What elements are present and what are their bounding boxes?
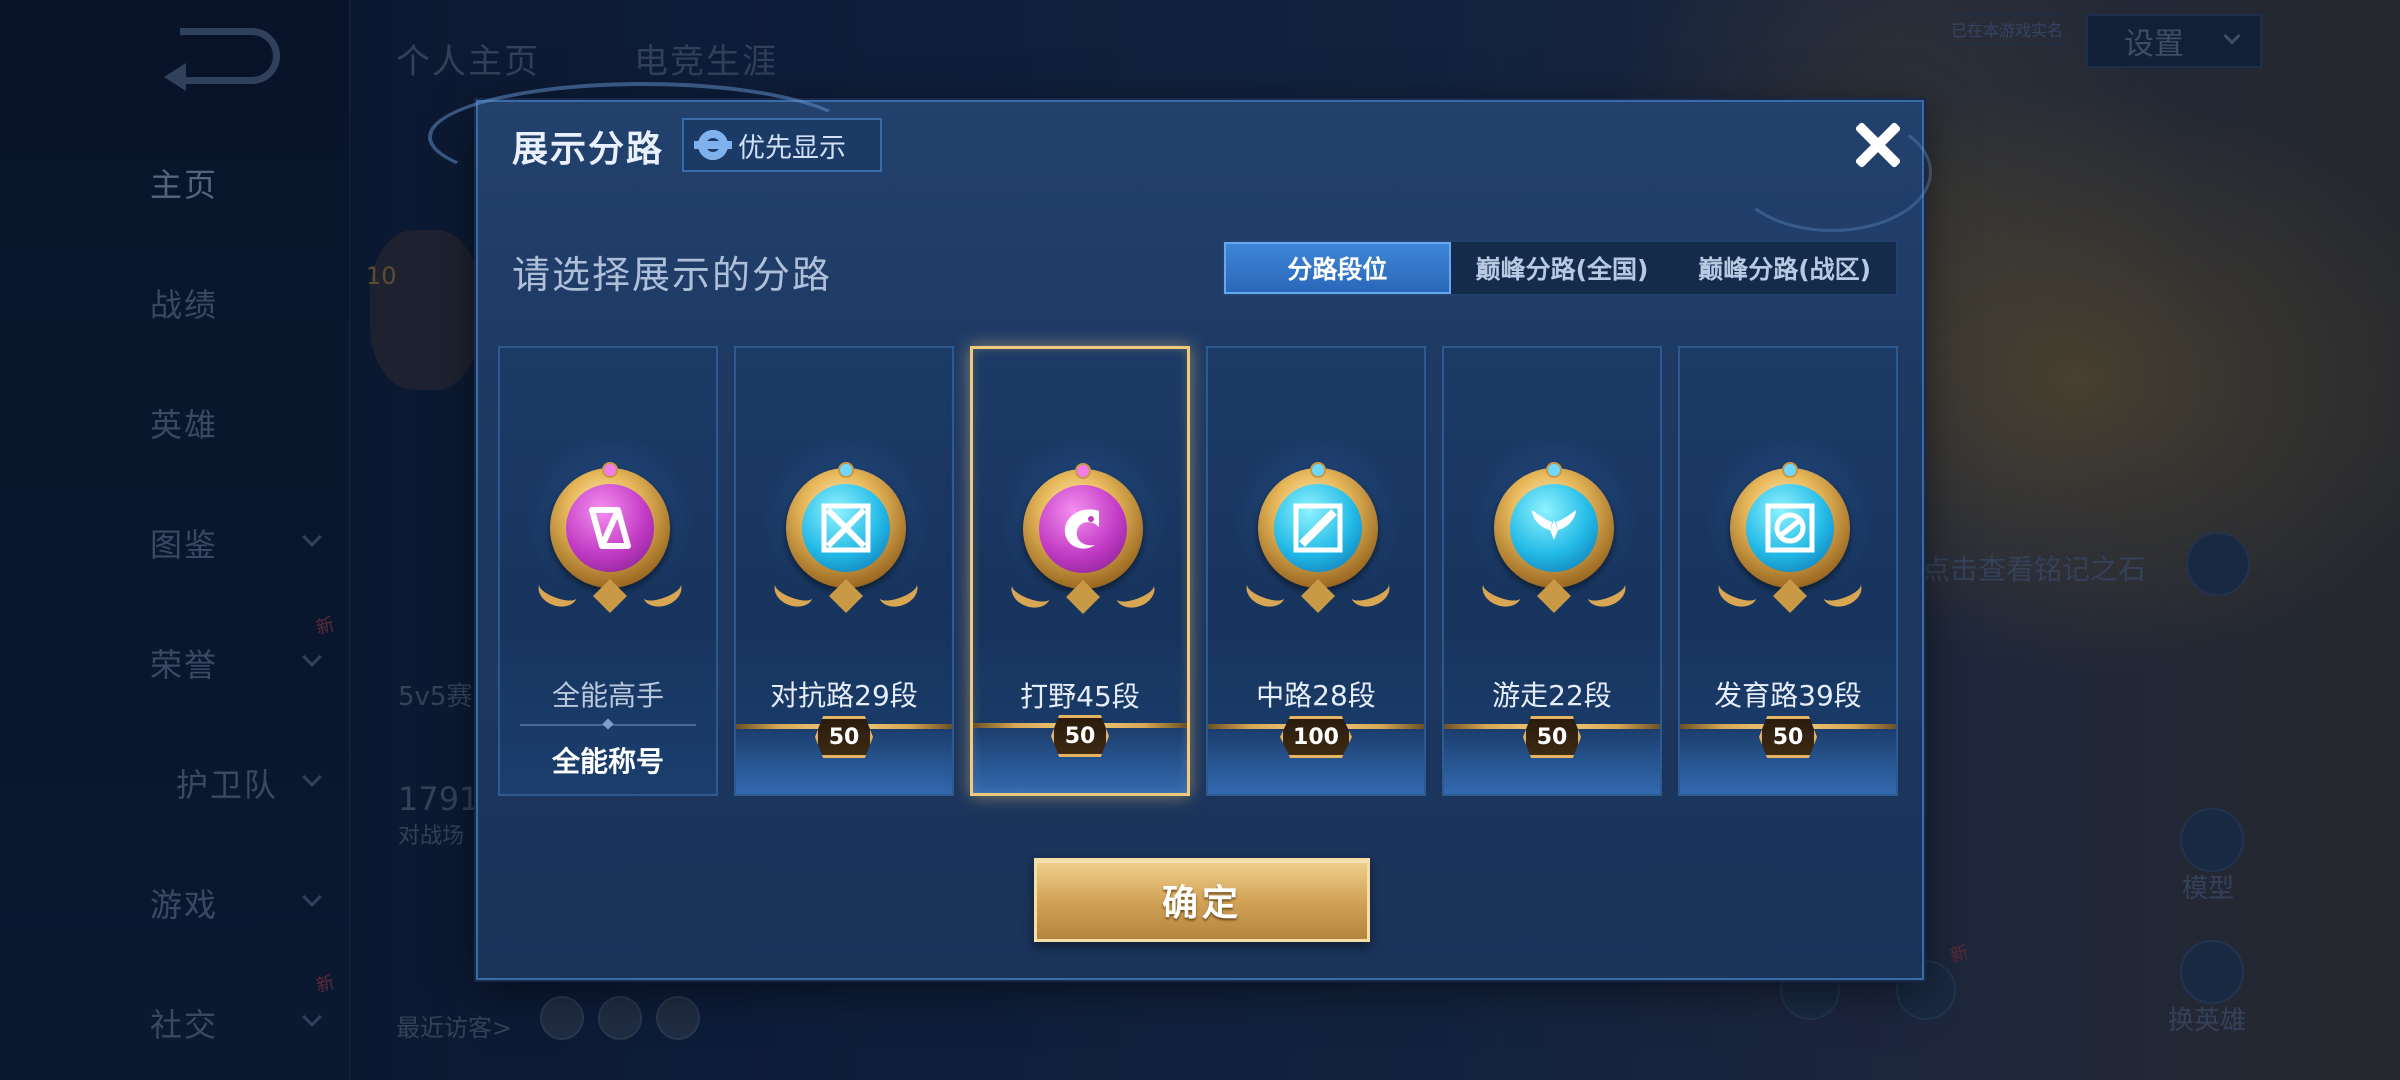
wing-ornament: [1818, 570, 1866, 612]
emblem-point: [593, 579, 627, 613]
close-icon[interactable]: [1846, 114, 1908, 176]
gear-icon: [694, 130, 732, 160]
allround-emblem: [534, 462, 686, 613]
tab-peak-lane-region[interactable]: 巅峰分路(战区): [1673, 242, 1896, 294]
allround-title-label: 全能称号: [551, 745, 664, 778]
gem-icon: [602, 462, 618, 478]
lane-card-jungle[interactable]: 打野45段 50: [970, 346, 1190, 796]
card-base: 50: [973, 715, 1187, 793]
emblem-point: [1066, 580, 1100, 614]
card-base: 100: [1208, 716, 1424, 794]
star-count-badge: 50: [1051, 715, 1109, 757]
clash-lane-icon: [802, 484, 890, 572]
tab-peak-lane-national[interactable]: 巅峰分路(全国): [1451, 242, 1674, 294]
divider: [520, 724, 696, 726]
farm-lane-emblem: [1714, 462, 1866, 613]
star-count-badge: 50: [1523, 716, 1581, 758]
lane-card-roam[interactable]: 游走22段 50: [1442, 346, 1662, 796]
star-count-badge: 100: [1280, 716, 1352, 758]
gem-icon: [1546, 462, 1562, 478]
emblem-point: [1537, 579, 1571, 613]
priority-display-button[interactable]: 优先显示: [682, 118, 882, 172]
wing-ornament: [1242, 570, 1290, 612]
wing-ornament: [770, 570, 818, 612]
lane-display-dialog: 展示分路 优先显示 请选择展示的分路 分路段位 巅峰分路(全国) 巅峰分路(战区…: [428, 82, 1932, 980]
lane-card-label: 游走22段: [1492, 679, 1612, 712]
gem-icon: [838, 462, 854, 478]
lane-card-label: 中路28段: [1256, 679, 1376, 712]
card-base: 50: [1680, 716, 1896, 794]
farm-lane-icon: [1746, 484, 1834, 572]
gem-icon: [1310, 462, 1326, 478]
lane-card-farm[interactable]: 发育路39段 50: [1678, 346, 1898, 796]
dialog-title: 展示分路: [512, 129, 665, 170]
star-count-badge: 50: [815, 716, 873, 758]
card-base: 50: [1444, 716, 1660, 794]
star-count-badge: 50: [1759, 716, 1817, 758]
wing-ornament: [638, 570, 686, 612]
lane-card-label: 全能高手: [551, 679, 664, 712]
jungle-dragon-icon: [1039, 485, 1127, 573]
lane-card-mid[interactable]: 中路28段 100: [1206, 346, 1426, 796]
wing-ornament: [1582, 570, 1630, 612]
emblem-point: [1773, 579, 1807, 613]
selection-prompt: 请选择展示的分路: [512, 253, 833, 297]
confirm-button[interactable]: 确定: [1034, 858, 1370, 942]
jungle-emblem: [1007, 463, 1159, 614]
priority-display-label: 优先显示: [738, 132, 846, 164]
lane-card-list: 全能高手 全能称号 对抗路29段 50 打野45段 50 中路28段 100 游…: [498, 346, 1908, 796]
emblem-point: [829, 579, 863, 613]
roam-wings-icon: [1510, 484, 1598, 572]
wing-ornament: [1714, 570, 1762, 612]
lane-card-label: 打野45段: [1020, 680, 1140, 713]
lane-card-label: 对抗路29段: [770, 679, 918, 712]
gem-icon: [1075, 463, 1091, 479]
roam-emblem: [1478, 462, 1630, 613]
lane-card-clash[interactable]: 对抗路29段 50: [734, 346, 954, 796]
wing-ornament: [1111, 571, 1159, 613]
emblem-point: [1301, 579, 1335, 613]
lane-card-label: 发育路39段: [1714, 679, 1862, 712]
clash-lane-emblem: [770, 462, 922, 613]
lane-card-allround[interactable]: 全能高手 全能称号: [498, 346, 718, 796]
wing-ornament: [1478, 570, 1526, 612]
wing-ornament: [874, 570, 922, 612]
mid-lane-emblem: [1242, 462, 1394, 613]
lane-type-tabs: 分路段位 巅峰分路(全国) 巅峰分路(战区): [1222, 240, 1898, 296]
wing-ornament: [534, 570, 582, 612]
gem-icon: [1782, 462, 1798, 478]
allround-icon: [566, 484, 654, 572]
card-base: 50: [736, 716, 952, 794]
wing-ornament: [1007, 571, 1055, 613]
mid-lane-icon: [1274, 484, 1362, 572]
tab-lane-rank[interactable]: 分路段位: [1224, 242, 1451, 294]
wing-ornament: [1346, 570, 1394, 612]
